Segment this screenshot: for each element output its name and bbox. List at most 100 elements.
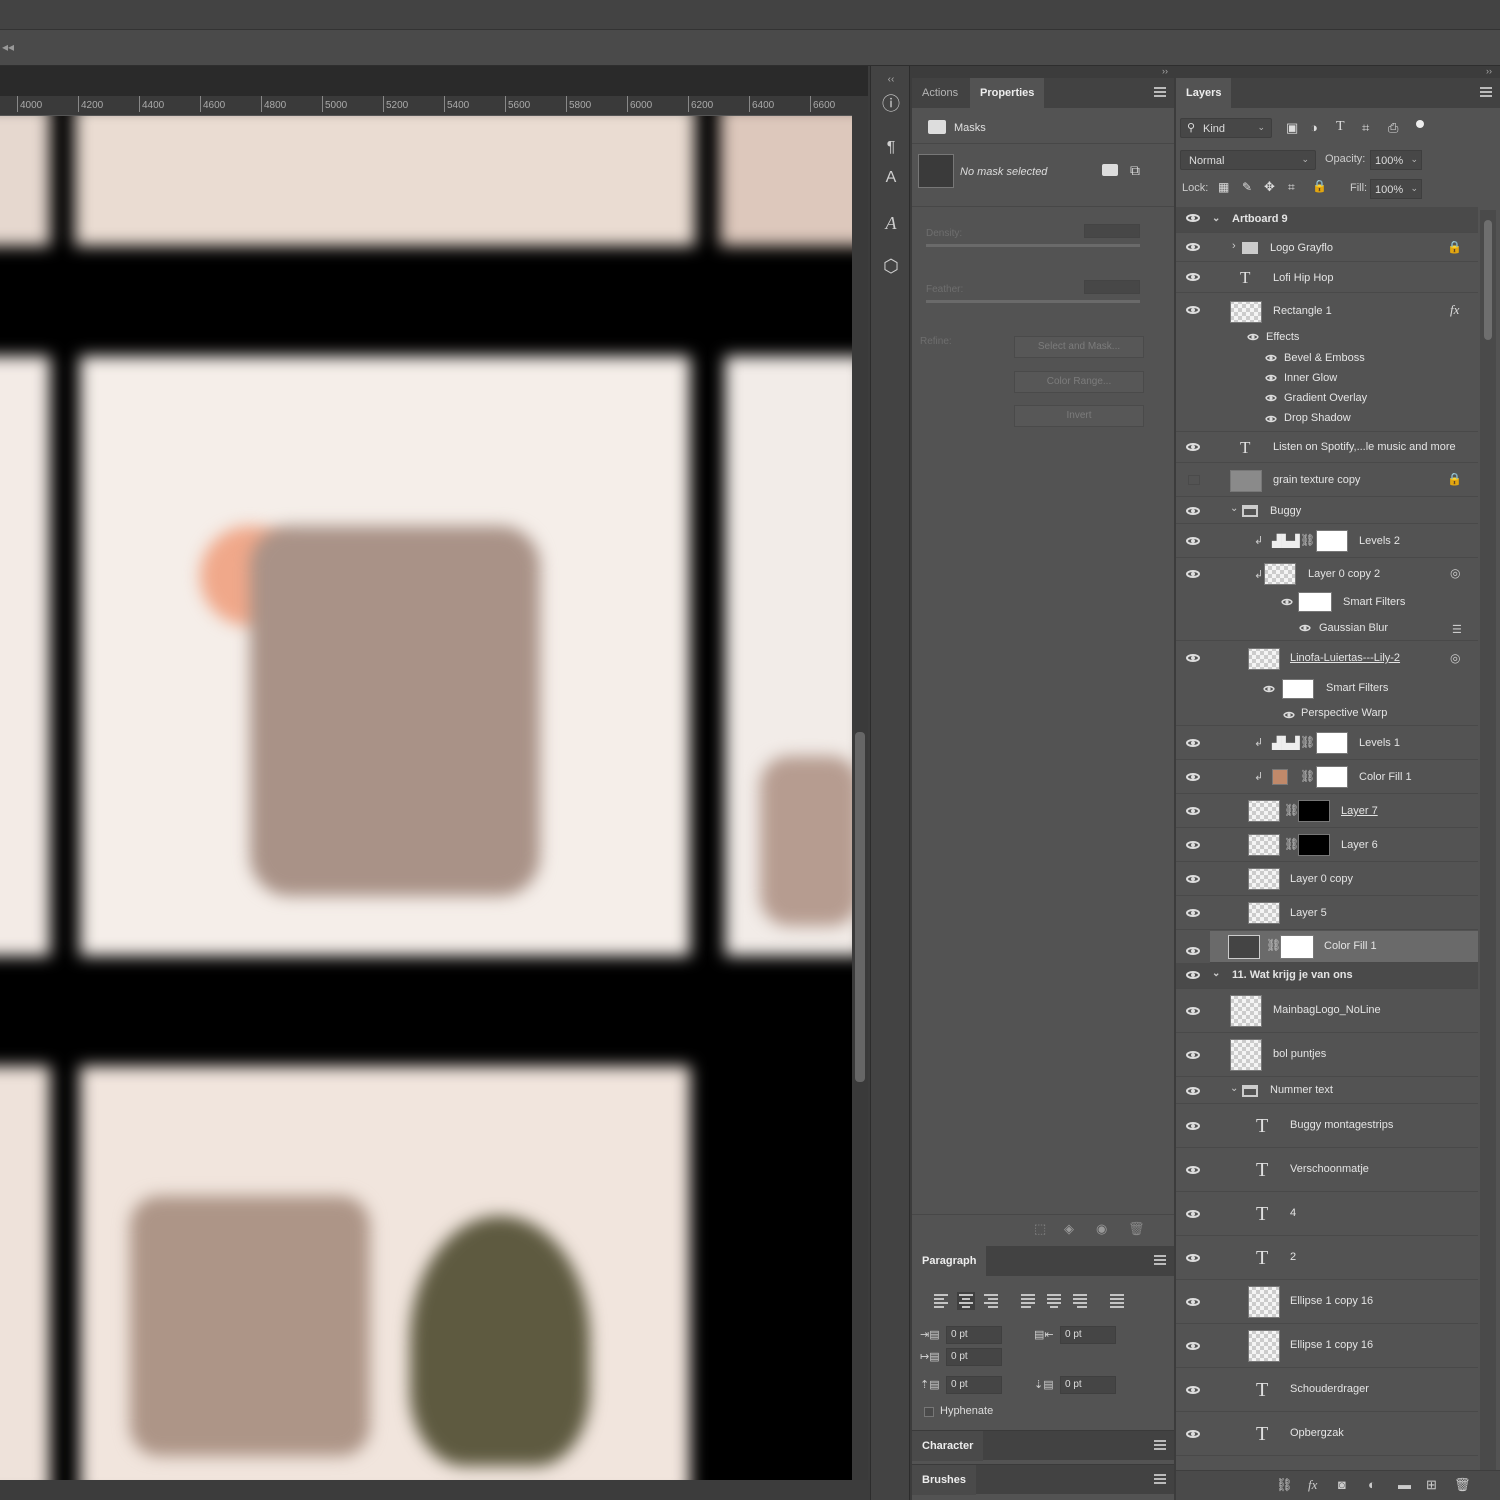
delete-layer-icon[interactable]: 🗑 (1454, 1477, 1471, 1493)
visibility-eye-icon[interactable] (1186, 1006, 1200, 1020)
filter-pixel-icon[interactable]: ▣ (1286, 120, 1298, 136)
visibility-eye-icon[interactable] (1298, 623, 1312, 635)
layer-row-text[interactable]: T Lofi Hip Hop (1176, 263, 1478, 293)
lock-artboard-icon[interactable]: ⌗ (1288, 180, 1295, 195)
visibility-eye-icon[interactable] (1186, 1385, 1200, 1399)
effects-row[interactable]: Effects (1176, 328, 1478, 348)
layer-row-group[interactable]: ⌄ Nummer text (1176, 1078, 1478, 1104)
visibility-eye-icon[interactable] (1264, 373, 1278, 385)
align-left-icon[interactable] (932, 1292, 950, 1310)
align-right-icon[interactable] (982, 1292, 1000, 1310)
tab-properties[interactable]: Properties (970, 78, 1045, 108)
blend-mode-select[interactable]: Normal ⌄ (1180, 150, 1316, 170)
fx-icon[interactable]: fx (1450, 302, 1459, 318)
visibility-eye-icon[interactable] (1186, 1086, 1200, 1100)
visibility-eye-icon[interactable] (1186, 569, 1200, 583)
align-center-icon[interactable] (957, 1292, 975, 1310)
layer-row-smart-object[interactable]: ↲ Layer 0 copy 2 ◎ (1176, 559, 1478, 589)
layer-row-adjustment[interactable]: ↲ ▟▙▟ ⛓ Levels 1 (1176, 727, 1478, 760)
visibility-eye-icon[interactable] (1246, 332, 1260, 344)
layer-row-text[interactable]: T 4 (1176, 1193, 1478, 1236)
expand-icon[interactable]: ›› (1486, 66, 1492, 76)
layer-row-pixel[interactable]: grain texture copy 🔒 (1176, 464, 1478, 497)
filter-type-icon[interactable]: T (1336, 119, 1345, 135)
3d-cube-icon[interactable]: ⬡ (879, 254, 903, 278)
visibility-eye-icon[interactable] (1186, 242, 1200, 256)
visibility-eye-icon[interactable] (1186, 1121, 1200, 1135)
collapse-arrows-icon[interactable]: ◂◂ (2, 40, 14, 54)
smart-filter-icon[interactable]: ◎ (1450, 566, 1460, 580)
visibility-eye-icon[interactable] (1186, 1050, 1200, 1064)
smart-filters-row[interactable]: Smart Filters (1176, 676, 1478, 702)
visibility-eye-icon[interactable] (1186, 738, 1200, 752)
add-vector-mask-icon[interactable]: ⧉ (1130, 162, 1140, 179)
panel-menu-icon[interactable] (1154, 1255, 1166, 1265)
layer-row-adjustment[interactable]: ↲ ▟▙▟ ⛓ Levels 2 (1176, 525, 1478, 558)
filter-options-icon[interactable]: ☰ (1452, 623, 1462, 636)
justify-last-left-icon[interactable] (1019, 1292, 1037, 1310)
layer-row-artboard[interactable]: ⌄ 11. Wat krijg je van ons (1176, 963, 1478, 989)
justify-last-center-icon[interactable] (1045, 1292, 1063, 1310)
visibility-eye-icon[interactable] (1186, 1297, 1200, 1311)
filter-smart-object-icon[interactable]: ⎙ (1388, 120, 1398, 136)
visibility-eye-icon[interactable] (1186, 653, 1200, 667)
layer-row-text[interactable]: T Schouderdrager (1176, 1369, 1478, 1412)
opacity-field[interactable]: 100% ⌄ (1370, 150, 1422, 170)
layer-row-text[interactable]: T Listen on Spotify,...le music and more (1176, 433, 1478, 463)
new-layer-icon[interactable]: ⊞ (1426, 1477, 1437, 1493)
expand-icon[interactable]: ›› (1162, 66, 1168, 76)
layer-row-pixel[interactable]: Layer 5 (1176, 897, 1478, 930)
visibility-eye-icon[interactable] (1280, 597, 1294, 609)
lock-position-icon[interactable]: ✥ (1264, 179, 1275, 195)
visibility-eye-icon[interactable] (1186, 1429, 1200, 1443)
visibility-eye-icon[interactable] (1186, 213, 1200, 227)
visibility-eye-icon[interactable] (1264, 353, 1278, 365)
space-after-field[interactable]: 0 pt (1060, 1376, 1116, 1394)
layer-row-text[interactable]: T Opbergzak (1176, 1413, 1478, 1456)
link-layers-icon[interactable]: ⛓ (1276, 1477, 1293, 1493)
chevron-right-icon[interactable]: › (1232, 240, 1236, 252)
layer-row-shape[interactable]: Ellipse 1 copy 16 (1176, 1325, 1478, 1368)
tab-paragraph[interactable]: Paragraph (912, 1246, 987, 1276)
smart-filter-icon[interactable]: ◎ (1450, 651, 1460, 665)
visibility-eye-icon[interactable] (1186, 272, 1200, 286)
paragraph-styles-icon[interactable]: ¶ (879, 136, 903, 160)
visibility-eye-icon[interactable] (1264, 393, 1278, 405)
new-group-icon[interactable]: ▬ (1398, 1477, 1411, 1492)
effect-row[interactable]: Gradient Overlay (1176, 388, 1478, 408)
layer-row-group[interactable]: ⌄ Buggy (1176, 498, 1478, 524)
visibility-eye-icon[interactable] (1186, 806, 1200, 820)
visibility-eye-icon[interactable] (1282, 710, 1296, 722)
first-line-indent-field[interactable]: 0 pt (946, 1348, 1002, 1366)
chevron-down-icon[interactable]: ⌄ (1230, 1083, 1238, 1094)
filter-row[interactable]: Perspective Warp (1176, 702, 1478, 726)
info-icon[interactable]: ⓘ (879, 92, 903, 116)
visibility-eye-icon[interactable] (1186, 942, 1200, 960)
layer-row-artboard[interactable]: ⌄ Artboard 9 (1176, 207, 1478, 233)
layer-row-shape[interactable]: Ellipse 1 copy 16 (1176, 1281, 1478, 1324)
effect-row[interactable]: Drop Shadow (1176, 408, 1478, 432)
filter-adjustment-icon[interactable]: ◑ (1310, 120, 1318, 135)
chevron-down-icon[interactable]: ⌄ (1212, 968, 1220, 979)
visibility-toggle-off[interactable] (1188, 475, 1200, 485)
tab-brushes[interactable]: Brushes (912, 1465, 977, 1495)
document-canvas[interactable] (0, 116, 852, 1480)
layer-row-pixel[interactable]: ⛓ Layer 7 (1176, 795, 1478, 828)
layer-row-pixel[interactable]: ⛓ Layer 6 (1176, 829, 1478, 862)
lock-image-icon[interactable]: ✎ (1242, 180, 1252, 194)
visibility-eye-icon[interactable] (1186, 506, 1200, 520)
indent-left-field[interactable]: 0 pt (946, 1326, 1002, 1344)
justify-all-icon[interactable] (1108, 1292, 1126, 1310)
visibility-eye-icon[interactable] (1264, 414, 1278, 426)
tab-layers[interactable]: Layers (1176, 78, 1232, 108)
justify-last-right-icon[interactable] (1071, 1292, 1089, 1310)
lock-all-icon[interactable]: 🔒 (1312, 179, 1327, 193)
canvas-vertical-scrollbar[interactable] (852, 96, 868, 1480)
chevron-down-icon[interactable]: ⌄ (1230, 503, 1238, 514)
layer-row-text[interactable]: T 2 (1176, 1237, 1478, 1280)
effect-row[interactable]: Inner Glow (1176, 368, 1478, 388)
layer-row-text[interactable]: T Buggy montagestrips (1176, 1105, 1478, 1148)
lock-transparent-icon[interactable]: ▦ (1218, 180, 1229, 194)
panel-menu-icon[interactable] (1154, 87, 1166, 97)
effect-row[interactable]: Bevel & Emboss (1176, 348, 1478, 368)
